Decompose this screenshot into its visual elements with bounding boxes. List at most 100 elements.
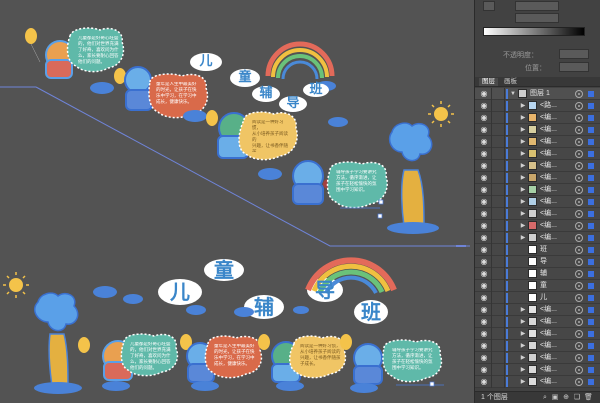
target-circle-icon[interactable]	[575, 258, 583, 266]
chevron-right-icon[interactable]: ▶	[519, 232, 527, 244]
selection-indicator[interactable]	[588, 127, 594, 133]
chevron-right-icon[interactable]: ▶	[519, 112, 527, 124]
selection-indicator[interactable]	[588, 331, 594, 337]
layer-name[interactable]: 辅	[540, 268, 547, 280]
delete-icon[interactable]: 🗑	[584, 394, 593, 402]
layer-name[interactable]: <编...	[540, 340, 557, 352]
target-circle-icon[interactable]	[575, 366, 583, 374]
target-circle-icon[interactable]	[575, 102, 583, 110]
visibility-eye-icon[interactable]: ◉	[478, 161, 490, 171]
visibility-eye-icon[interactable]: ◉	[478, 353, 490, 363]
target-circle-icon[interactable]	[575, 150, 583, 158]
property-field[interactable]	[515, 13, 559, 23]
layer-row[interactable]: ◉ ▶ <编...	[475, 364, 600, 376]
layer-name[interactable]: <编...	[540, 208, 557, 220]
clipping-mask-icon[interactable]: ▣	[551, 394, 559, 402]
selection-indicator[interactable]	[588, 259, 594, 265]
layer-name[interactable]: <编...	[540, 304, 557, 316]
chevron-right-icon[interactable]: ▶	[519, 100, 527, 112]
chevron-down-icon[interactable]: ▼	[509, 88, 517, 100]
target-circle-icon[interactable]	[575, 222, 583, 230]
selection-indicator[interactable]	[588, 283, 594, 289]
visibility-eye-icon[interactable]: ◉	[478, 89, 490, 99]
target-circle-icon[interactable]	[575, 126, 583, 134]
selection-indicator[interactable]	[588, 187, 594, 193]
layer-row[interactable]: ◉ ▶ <编...	[475, 208, 600, 220]
target-circle-icon[interactable]	[575, 318, 583, 326]
visibility-eye-icon[interactable]: ◉	[478, 197, 490, 207]
layer-row[interactable]: ◉ ▶ <编...	[475, 136, 600, 148]
layer-row[interactable]: ◉ 儿	[475, 292, 600, 304]
selection-indicator[interactable]	[588, 247, 594, 253]
selection-indicator[interactable]	[588, 103, 594, 109]
layer-name[interactable]: 图层 1	[530, 88, 550, 100]
layer-name[interactable]: <编...	[540, 124, 557, 136]
layer-row[interactable]: ◉ ▶ <编...	[475, 304, 600, 316]
visibility-eye-icon[interactable]: ◉	[478, 257, 490, 267]
selection-indicator[interactable]	[588, 139, 594, 145]
chevron-right-icon[interactable]: ▶	[519, 364, 527, 376]
artboard-canvas[interactable]: 儿童都是好奇心旺盛 的，他们对世界充满 了好奇，喜欢问为什 么，家长要耐心回答 …	[0, 0, 474, 403]
layer-row[interactable]: ◉ ▶ <编...	[475, 196, 600, 208]
visibility-eye-icon[interactable]: ◉	[478, 221, 490, 231]
layer-row[interactable]: ◉ ▶ <编...	[475, 172, 600, 184]
visibility-eye-icon[interactable]: ◉	[478, 317, 490, 327]
chevron-right-icon[interactable]: ▶	[519, 136, 527, 148]
layer-row[interactable]: ◉ ▶ <编...	[475, 328, 600, 340]
target-circle-icon[interactable]	[575, 198, 583, 206]
chevron-right-icon[interactable]: ▶	[519, 304, 527, 316]
layer-name[interactable]: <编...	[540, 364, 557, 376]
layer-row[interactable]: ◉ ▶ <编...	[475, 340, 600, 352]
layer-row[interactable]: ◉ 童	[475, 280, 600, 292]
selection-indicator[interactable]	[588, 319, 594, 325]
selection-indicator[interactable]	[588, 211, 594, 217]
visibility-eye-icon[interactable]: ◉	[478, 281, 490, 291]
layer-row[interactable]: ◉ ▶ <编...	[475, 316, 600, 328]
tab-artboards[interactable]: 画板	[501, 78, 520, 86]
layer-row[interactable]: ◉ ▼ 图层 1	[475, 88, 600, 100]
target-circle-icon[interactable]	[575, 282, 583, 290]
layer-row[interactable]: ◉ ▶ <编...	[475, 112, 600, 124]
layer-name[interactable]: <编...	[540, 160, 557, 172]
selection-indicator[interactable]	[588, 355, 594, 361]
layer-row[interactable]: ◉ ▶ <编...	[475, 160, 600, 172]
layer-row[interactable]: ◉ ▶ <编...	[475, 148, 600, 160]
chevron-right-icon[interactable]: ▶	[519, 160, 527, 172]
chevron-right-icon[interactable]: ▶	[519, 184, 527, 196]
visibility-eye-icon[interactable]: ◉	[478, 365, 490, 375]
visibility-eye-icon[interactable]: ◉	[478, 233, 490, 243]
selection-indicator[interactable]	[588, 343, 594, 349]
selection-indicator[interactable]	[588, 91, 594, 97]
target-circle-icon[interactable]	[575, 138, 583, 146]
selection-indicator[interactable]	[588, 235, 594, 241]
chevron-right-icon[interactable]: ▶	[519, 220, 527, 232]
visibility-eye-icon[interactable]: ◉	[478, 209, 490, 219]
target-circle-icon[interactable]	[575, 330, 583, 338]
target-circle-icon[interactable]	[575, 294, 583, 302]
position-field[interactable]	[559, 62, 589, 72]
target-circle-icon[interactable]	[575, 234, 583, 242]
visibility-eye-icon[interactable]: ◉	[478, 185, 490, 195]
visibility-eye-icon[interactable]: ◉	[478, 341, 490, 351]
layer-name[interactable]: <编...	[540, 148, 557, 160]
chevron-right-icon[interactable]: ▶	[519, 208, 527, 220]
layer-row[interactable]: ◉ ▶ <路...	[475, 100, 600, 112]
gradient-slider[interactable]	[483, 27, 585, 36]
property-swatch[interactable]	[483, 1, 495, 11]
selection-indicator[interactable]	[588, 379, 594, 385]
target-circle-icon[interactable]	[575, 162, 583, 170]
visibility-eye-icon[interactable]: ◉	[478, 305, 490, 315]
visibility-eye-icon[interactable]: ◉	[478, 113, 490, 123]
chevron-right-icon[interactable]: ▶	[519, 148, 527, 160]
tab-layers[interactable]: 图层	[479, 78, 498, 86]
layer-row[interactable]: ◉ ▶ <编...	[475, 376, 600, 388]
target-circle-icon[interactable]	[575, 114, 583, 122]
chevron-right-icon[interactable]: ▶	[519, 340, 527, 352]
target-circle-icon[interactable]	[575, 378, 583, 386]
selection-indicator[interactable]	[588, 199, 594, 205]
layer-row[interactable]: ◉ 辅	[475, 268, 600, 280]
visibility-eye-icon[interactable]: ◉	[478, 377, 490, 387]
visibility-eye-icon[interactable]: ◉	[478, 137, 490, 147]
selection-indicator[interactable]	[588, 151, 594, 157]
visibility-eye-icon[interactable]: ◉	[478, 173, 490, 183]
